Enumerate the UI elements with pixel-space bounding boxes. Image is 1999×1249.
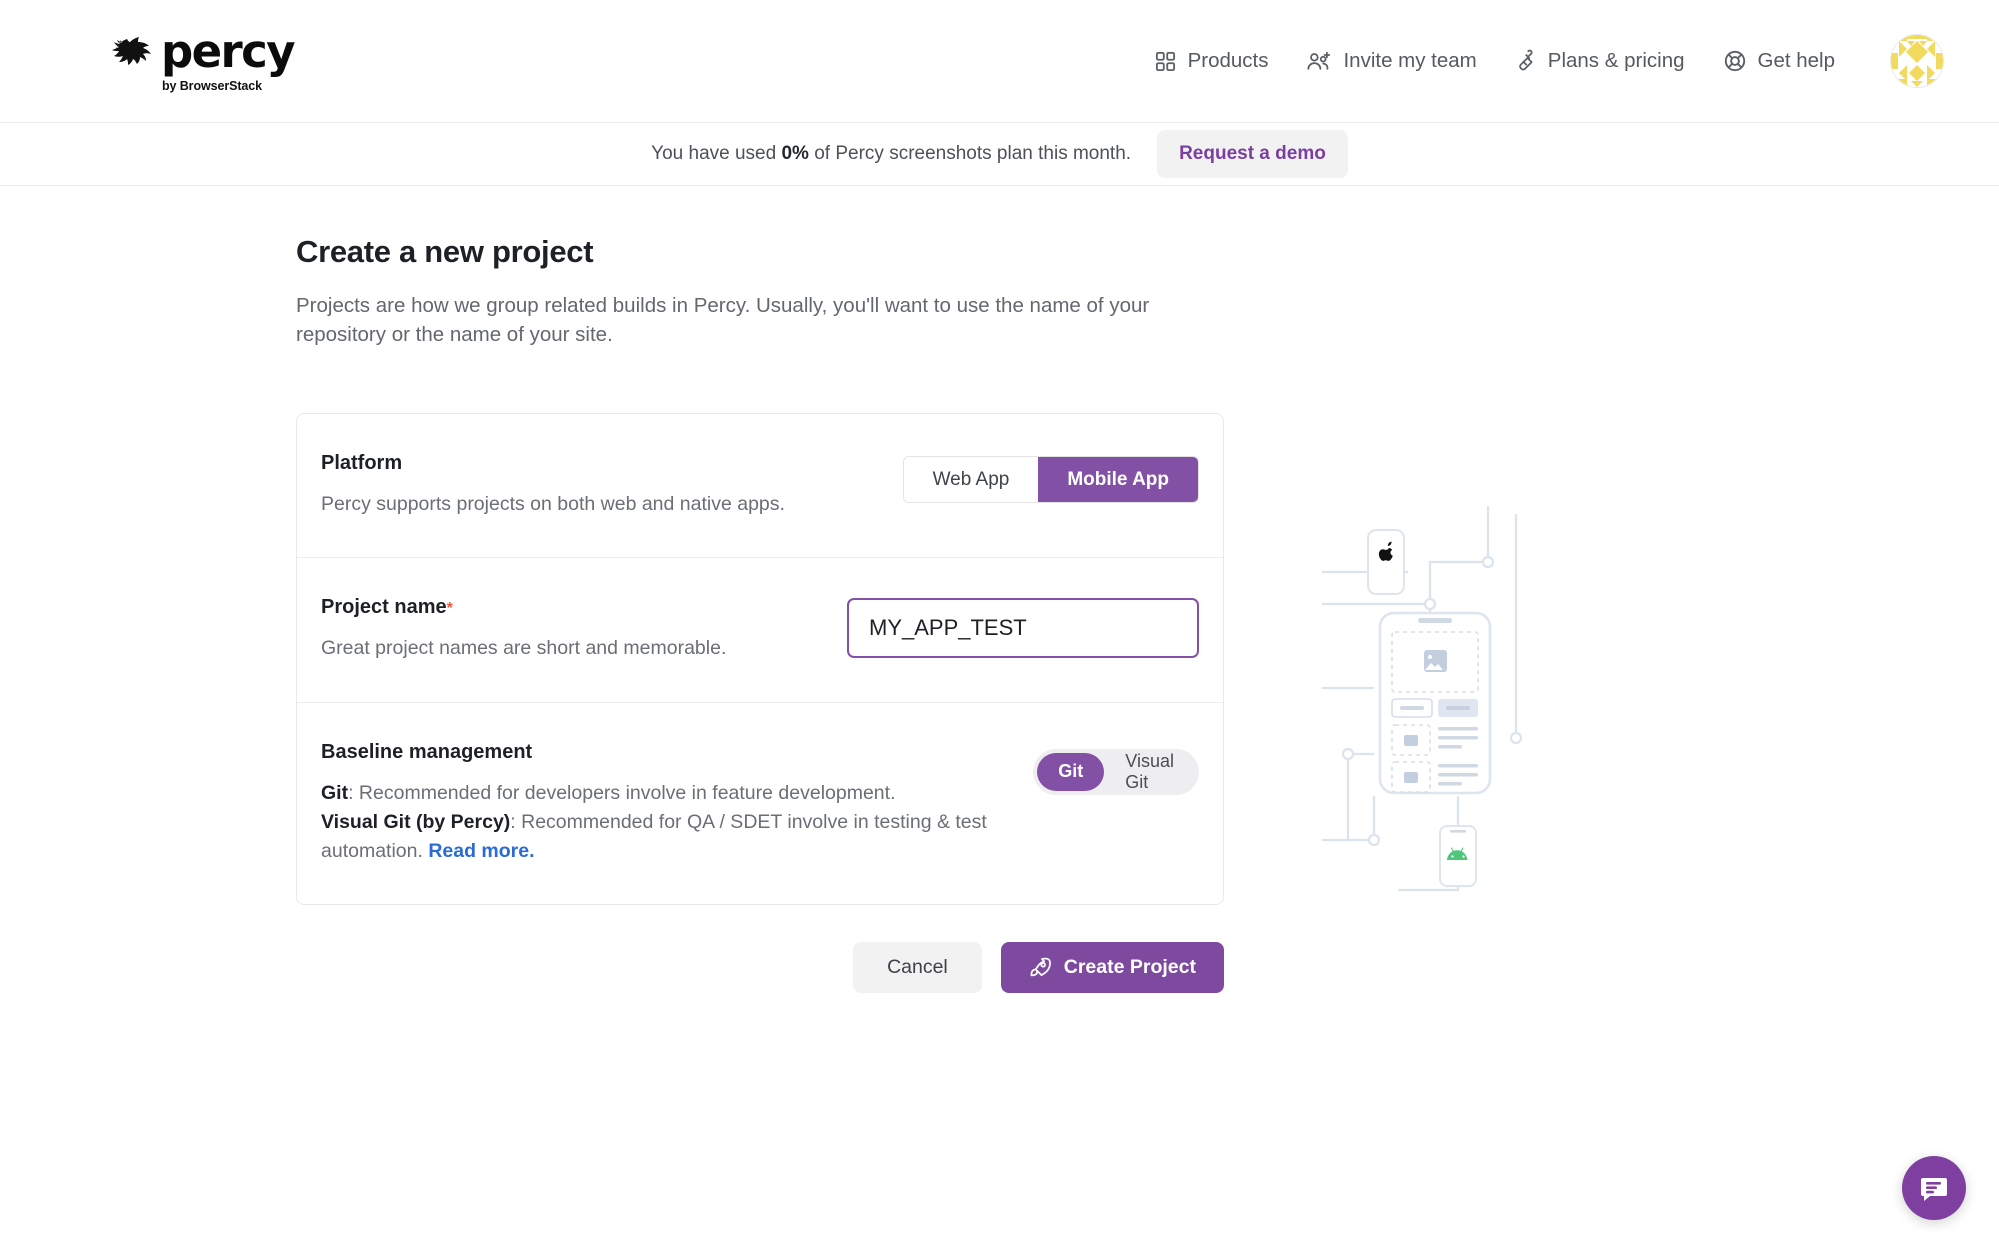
required-asterisk: *: [446, 600, 453, 618]
platform-row: Platform Percy supports projects on both…: [297, 414, 1223, 557]
nav-item-products[interactable]: Products: [1154, 49, 1269, 73]
percy-logo[interactable]: percy by BrowserStack: [112, 25, 296, 93]
baseline-option-visual-git[interactable]: Visual Git: [1104, 751, 1195, 792]
platform-row-text: Platform Percy supports projects on both…: [321, 452, 785, 519]
baby-bottle-icon: [1518, 49, 1533, 71]
baseline-git-text: : Recommended for developers involve in …: [348, 781, 896, 804]
nav-label-products: Products: [1187, 49, 1269, 72]
project-name-label: Project name: [321, 596, 447, 619]
create-project-label: Create Project: [1063, 956, 1196, 979]
nav-label-plans-pricing: Plans & pricing: [1547, 49, 1685, 72]
nav-item-invite-my-team[interactable]: Invite my team: [1306, 49, 1477, 73]
baseline-description: Git: Recommended for developers involve …: [321, 779, 1033, 867]
logo-tagline: by BrowserStack: [162, 79, 262, 93]
baseline-option-git[interactable]: Git: [1037, 752, 1105, 791]
chat-bubble-icon: [1921, 1178, 1947, 1201]
app-header: percy by BrowserStack Products Invite my…: [0, 0, 1999, 122]
platform-option-mobile-app[interactable]: Mobile App: [1038, 457, 1198, 503]
read-more-link[interactable]: Read more.: [428, 840, 534, 862]
usage-percent: 0%: [781, 143, 809, 164]
baseline-git-bold: Git: [321, 781, 349, 804]
project-name-input[interactable]: [847, 598, 1199, 659]
usage-text-after: of Percy screenshots plan this month.: [808, 143, 1132, 164]
nav-label-get-help: Get help: [1757, 49, 1836, 72]
platform-segmented-control: Web App Mobile App: [902, 456, 1199, 504]
nav-item-get-help[interactable]: Get help: [1723, 49, 1836, 73]
mobile-platforms-illustration: [1320, 496, 1590, 896]
usage-banner: You have used 0% of Percy screenshots pl…: [0, 122, 1999, 186]
usage-text-before: You have used: [651, 143, 782, 164]
usage-banner-text: You have used 0% of Percy screenshots pl…: [651, 143, 1131, 165]
project-name-title: Project name*: [321, 596, 726, 619]
lifebuoy-icon: [1724, 50, 1745, 72]
platform-subtitle: Percy supports projects on both web and …: [321, 493, 785, 516]
project-name-row: Project name* Great project names are sh…: [297, 557, 1223, 701]
avatar-identicon: [1891, 35, 1943, 87]
illustration-svg: [1322, 506, 1523, 892]
request-a-demo-button[interactable]: Request a demo: [1157, 130, 1348, 178]
create-project-card: Platform Percy supports projects on both…: [296, 413, 1224, 906]
user-avatar[interactable]: [1891, 35, 1943, 87]
rocket-icon: [1030, 958, 1051, 977]
baseline-row-text: Baseline management Git: Recommended for…: [321, 741, 1033, 867]
nav-item-plans-pricing[interactable]: Plans & pricing: [1515, 49, 1685, 73]
platform-option-web-app[interactable]: Web App: [903, 457, 1039, 503]
baseline-toggle: Git Visual Git: [1033, 748, 1199, 795]
form-actions: Cancel Create Project: [296, 942, 1224, 994]
project-name-row-text: Project name* Great project names are sh…: [321, 596, 726, 663]
chat-widget-button[interactable]: [1902, 1156, 1966, 1220]
baseline-title: Baseline management: [321, 740, 533, 763]
create-project-button[interactable]: Create Project: [1000, 942, 1224, 994]
add-people-icon: [1307, 51, 1331, 70]
baseline-visualgit-bold: Visual Git (by Percy): [321, 810, 511, 833]
lion-head-icon: [112, 36, 151, 65]
page-description: Projects are how we group related builds…: [296, 294, 1150, 347]
project-name-subtitle: Great project names are short and memora…: [321, 637, 727, 660]
create-project-page: Create a new project Projects are how we…: [0, 186, 1999, 994]
nav-label-invite-my-team: Invite my team: [1343, 49, 1477, 72]
grid-icon: [1155, 51, 1175, 71]
page-title: Create a new project: [296, 234, 594, 269]
baseline-management-row: Baseline management Git: Recommended for…: [297, 701, 1223, 905]
logo-wordmark: percy: [161, 25, 296, 78]
platform-title: Platform: [321, 452, 403, 475]
primary-nav: Products Invite my team Plans & pricing …: [1154, 35, 1943, 87]
cancel-button[interactable]: Cancel: [853, 942, 982, 994]
